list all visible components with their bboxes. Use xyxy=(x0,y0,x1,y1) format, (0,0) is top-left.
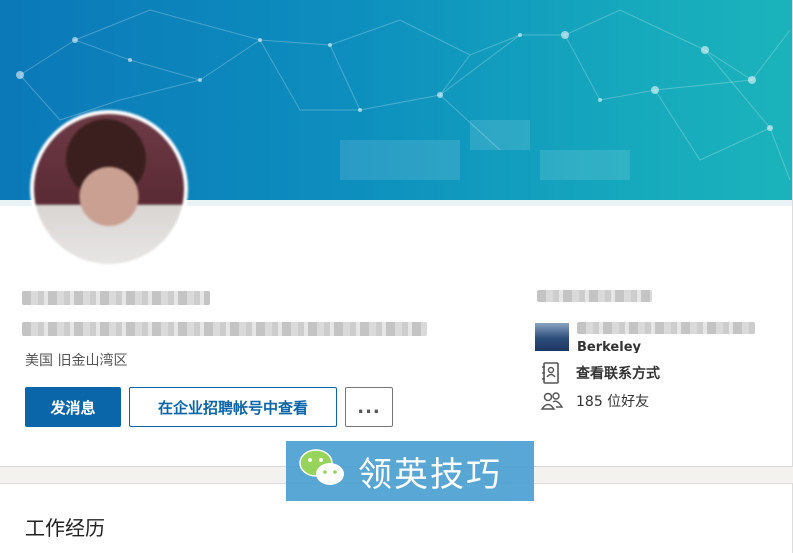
contact-info-label: 查看联系方式 xyxy=(576,366,660,382)
avatar[interactable] xyxy=(30,110,188,268)
school-name-redacted xyxy=(577,322,755,334)
profile-name-redacted xyxy=(22,291,210,305)
wechat-icon xyxy=(298,447,348,495)
address-book-icon xyxy=(540,362,564,384)
more-actions-button[interactable]: ... xyxy=(345,387,393,427)
profile-location: 美国 旧金山湾区 xyxy=(25,353,128,369)
contact-info-link[interactable]: 查看联系方式 xyxy=(540,362,660,384)
view-in-recruiter-button[interactable]: 在企业招聘帐号中查看 xyxy=(129,387,337,427)
current-company-redacted xyxy=(537,290,652,302)
connections-link[interactable]: 185 位好友 xyxy=(540,390,649,412)
send-message-button[interactable]: 发消息 xyxy=(25,387,121,427)
experience-title: 工作经历 xyxy=(25,516,105,540)
connections-label: 185 位好友 xyxy=(576,394,650,410)
people-icon xyxy=(540,390,564,412)
watermark: 领英技巧 xyxy=(286,441,534,501)
school-logo xyxy=(535,323,569,351)
school-name-tail: Berkeley xyxy=(577,341,641,353)
watermark-text: 领英技巧 xyxy=(358,454,502,495)
profile-card: 美国 旧金山湾区 发消息 在企业招聘帐号中查看 ... Berkeley 查看联… xyxy=(0,0,793,467)
profile-headline-redacted xyxy=(22,322,427,336)
